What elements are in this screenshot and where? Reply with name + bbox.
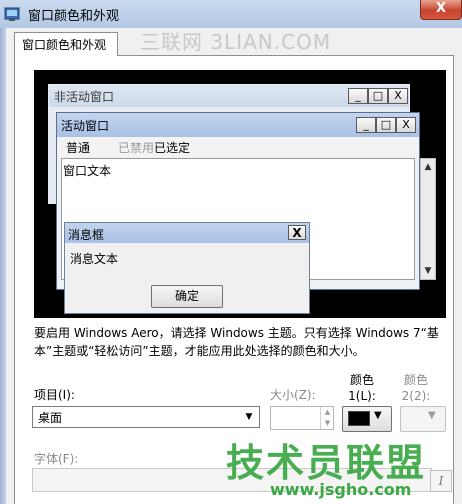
italic-button[interactable]: I [430,470,452,492]
close-icon: X [388,88,408,104]
color1-label-line1: 颜色 [349,373,374,387]
tab-label: 窗口颜色和外观 [22,38,107,52]
menu-item-normal[interactable]: 普通 [66,139,90,156]
ok-button[interactable]: 确定 [151,285,223,308]
size-label: 大小(Z): [270,388,316,402]
color1-swatch [348,411,370,426]
message-box-title: 消息框 [68,228,105,242]
item-select[interactable] [32,406,260,428]
watermark-logo: 技术员联盟 [226,441,427,485]
scrollbar[interactable]: ▲ ▼ [420,158,436,280]
aero-description: 要启用 Windows Aero，请选择 Windows 主题。只有选择 Win… [34,326,439,358]
spin-down-icon: ▼ [324,419,331,427]
spin-up-icon: ▲ [324,408,331,416]
color2-label-line2: 2(2): [401,389,431,403]
maximize-icon: □ [376,117,396,133]
watermark-url: www.jsgho.com [270,480,412,499]
size-spinner[interactable]: ▲ ▼ [320,407,333,429]
item-select-value: 桌面 [38,411,63,425]
chevron-down-icon: ▼ [374,410,382,421]
scroll-up-icon: ▲ [424,162,432,172]
message-text: 消息文本 [70,252,119,266]
active-window-title: 活动窗口 [61,119,110,133]
menu-item-disabled[interactable]: 已禁用 [118,139,154,156]
window-left-frame [0,28,6,504]
chevron-down-icon: ▼ [245,412,253,422]
color1-label: 颜色 1(L): [342,372,382,404]
inactive-window-title: 非活动窗口 [54,90,115,104]
window-close-button[interactable]: X [420,0,462,20]
window-text: 窗口文本 [63,164,112,178]
close-icon: X [288,225,306,240]
color2-label: 颜色 2(2): [396,372,436,404]
menu-item-selected[interactable]: 已选定 [154,139,190,156]
minimize-icon: _ [348,88,368,104]
color1-label-line2: 1(L): [348,389,376,403]
font-label: 字体(F): [34,452,79,466]
window-title: 窗口颜色和外观 [28,9,120,24]
preview-menu-bar [57,137,419,157]
item-label: 项目(I): [34,388,75,402]
scroll-down-icon: ▼ [424,266,432,276]
color2-button[interactable] [400,406,446,432]
maximize-icon: □ [368,88,388,104]
window-app-icon [4,6,22,22]
close-icon: X [396,117,416,133]
chevron-down-icon: ▼ [428,410,436,421]
watermark-top: 三联网 3LIAN.COM [140,30,332,54]
minimize-icon: _ [356,117,376,133]
color2-label-line1: 颜色 [403,373,428,387]
active-window-controls: _ □ X [356,117,416,133]
inactive-window-controls: _ □ X [348,88,408,104]
